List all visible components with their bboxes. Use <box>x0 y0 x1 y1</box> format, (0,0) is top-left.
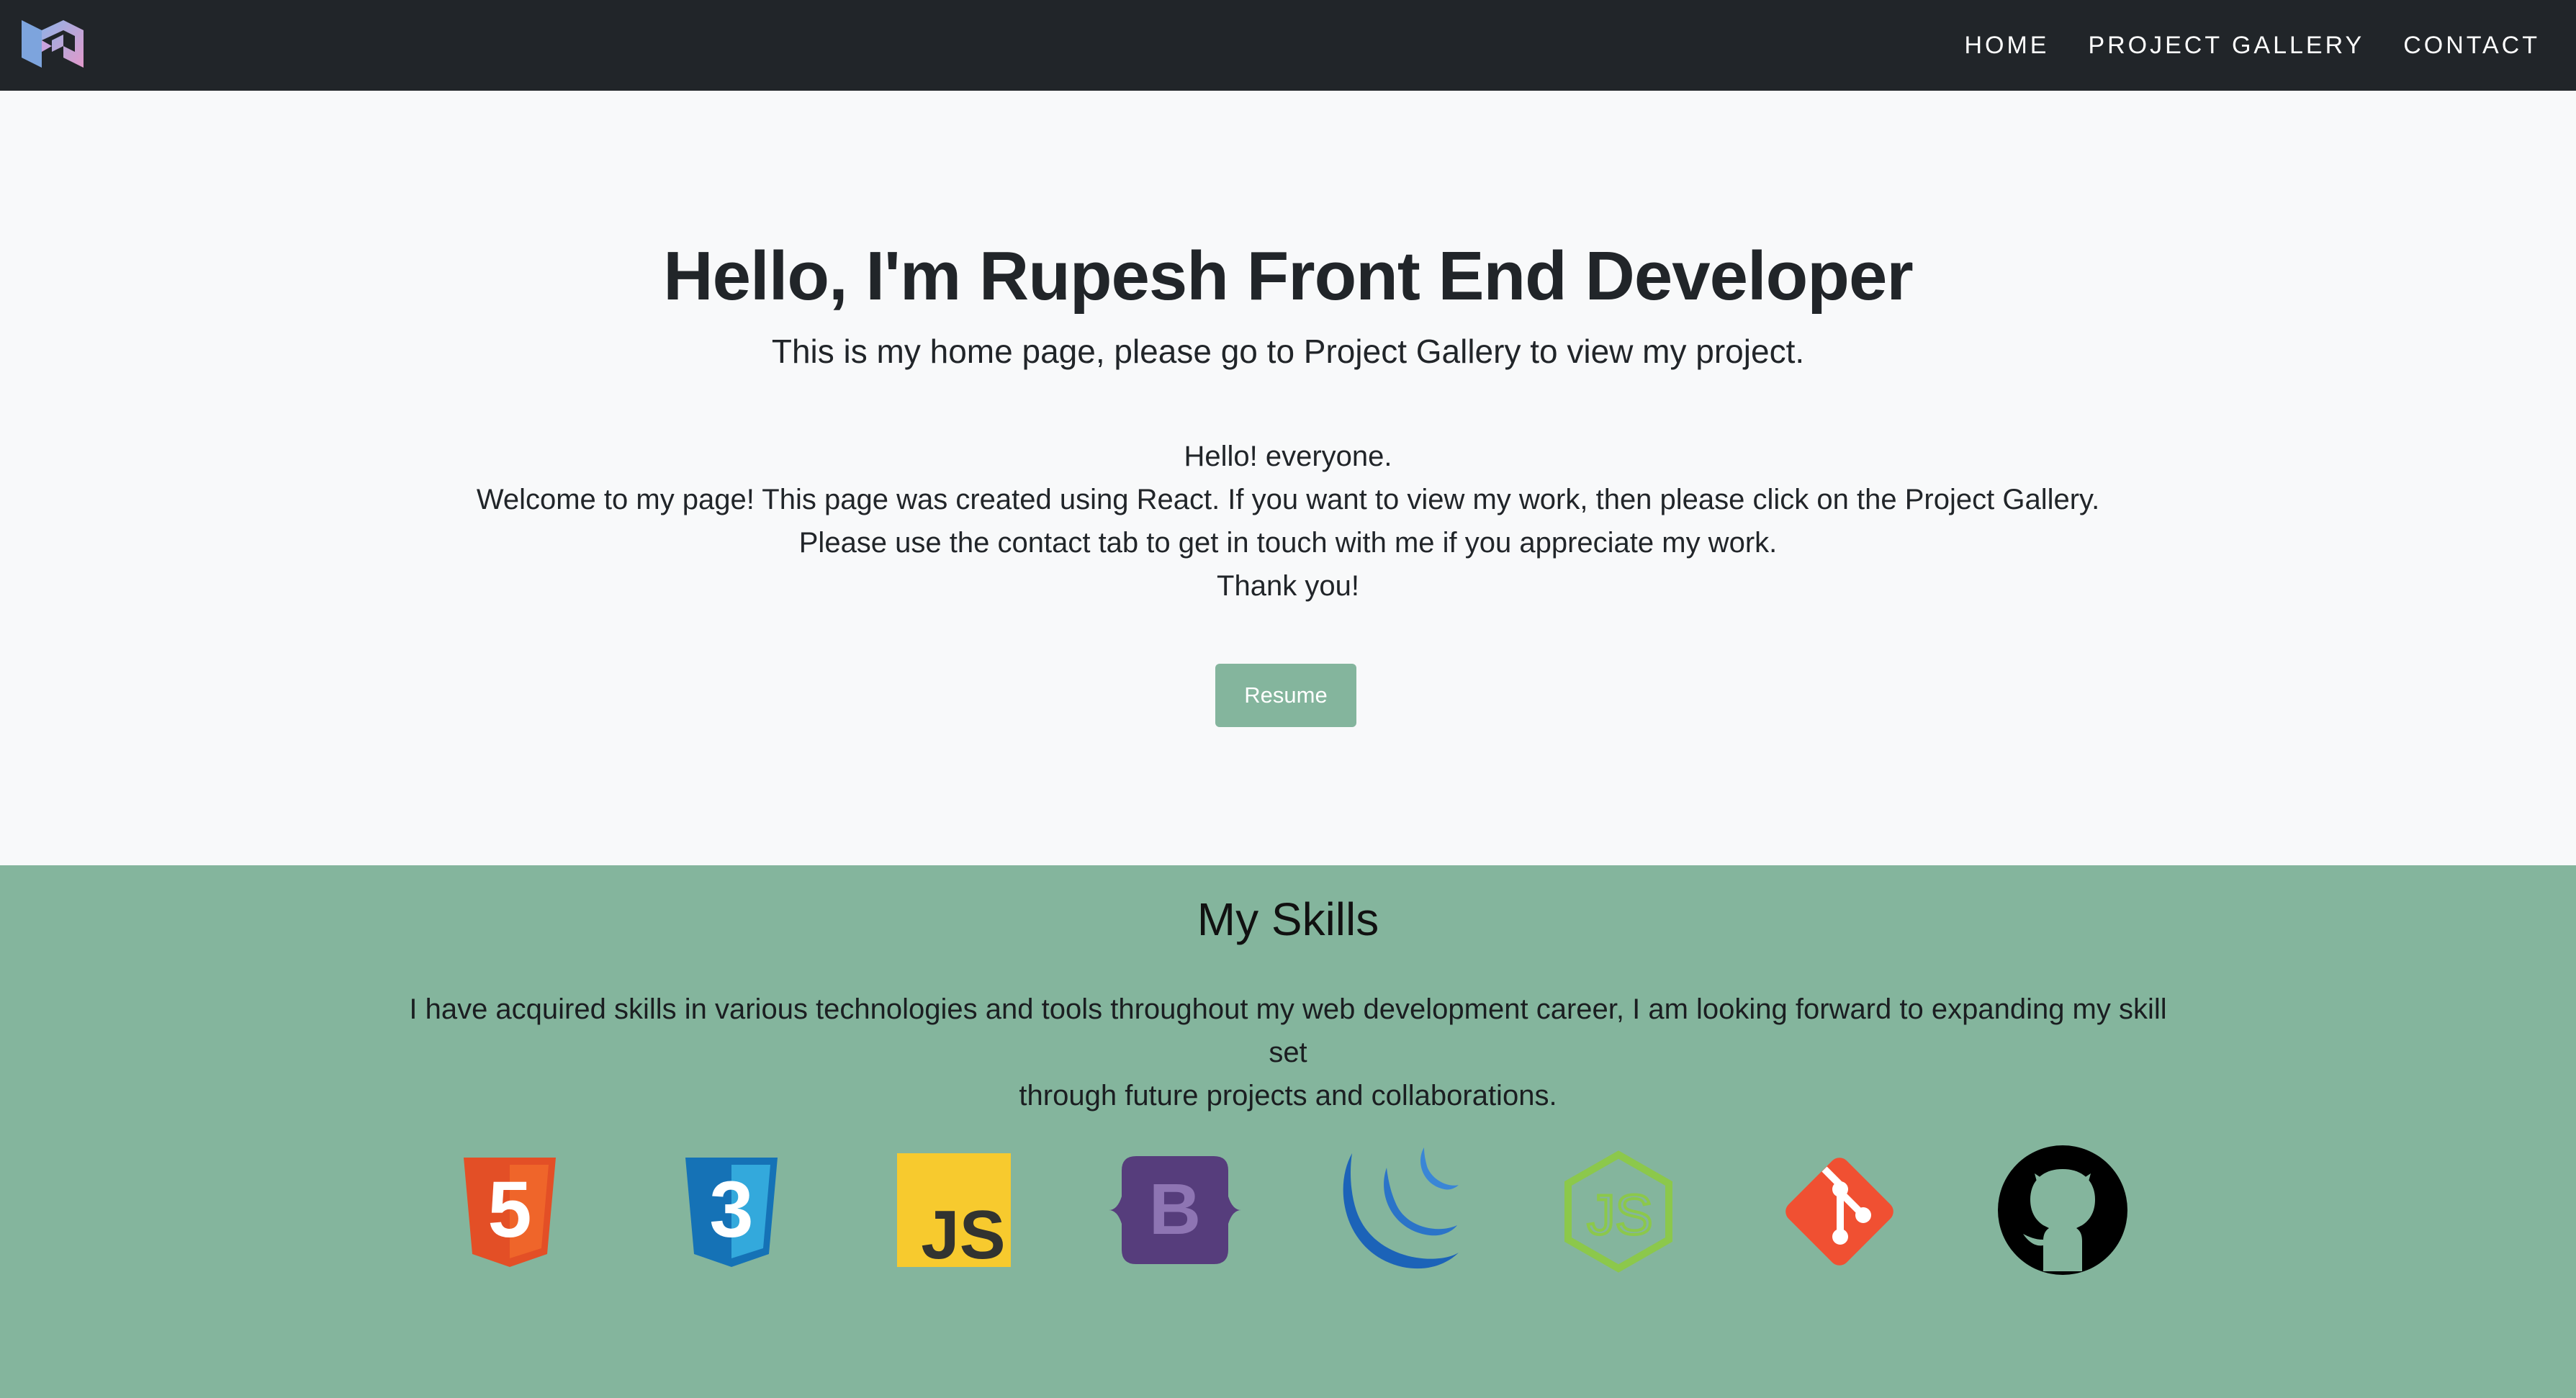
github-icon <box>1998 1145 2127 1275</box>
nav-contact[interactable]: CONTACT <box>2403 32 2540 60</box>
intro-line: Thank you! <box>1217 570 1359 602</box>
skills-description: I have acquired skills in various techno… <box>389 988 2187 1117</box>
bootstrap-icon: B <box>1109 1156 1241 1264</box>
html5-icon: 5 <box>464 1158 556 1267</box>
javascript-icon: JS <box>897 1153 1011 1267</box>
skills-description-line: I have acquired skills in various techno… <box>409 993 2167 1068</box>
nav-project-gallery[interactable]: PROJECT GALLERY <box>2088 32 2364 60</box>
bootstrap-glyph: B <box>1149 1169 1201 1250</box>
intro-line: Hello! everyone. <box>1184 441 1392 472</box>
git-icon <box>1785 1158 1893 1266</box>
hero-section: Hello, I'm Rupesh Front End Developer Th… <box>0 91 2576 865</box>
intro-line: Welcome to my page! This page was create… <box>476 484 2100 515</box>
javascript-glyph: JS <box>921 1196 1005 1267</box>
html5-glyph: 5 <box>487 1165 531 1254</box>
skills-section: My Skills I have acquired skills in vari… <box>0 865 2576 1398</box>
nodejs-glyph: JS <box>1587 1183 1652 1246</box>
jquery-icon <box>1343 1147 1459 1269</box>
skills-description-line: through future projects and collaboratio… <box>1019 1080 1557 1111</box>
hero-subtitle: This is my home page, please go to Proje… <box>771 333 1805 370</box>
intro-text: Hello! everyone. Welcome to my page! Thi… <box>0 435 2576 608</box>
logo-icon[interactable] <box>17 12 88 76</box>
hero-title: Hello, I'm Rupesh Front End Developer <box>663 238 1913 315</box>
nav-links: HOME PROJECT GALLERY CONTACT <box>1964 0 2540 91</box>
nav-home[interactable]: HOME <box>1964 32 2049 60</box>
resume-button[interactable]: Resume <box>1215 664 1356 727</box>
css3-glyph: 3 <box>709 1165 753 1254</box>
navbar: HOME PROJECT GALLERY CONTACT <box>0 0 2576 91</box>
intro-line: Please use the contact tab to get in tou… <box>798 527 1778 559</box>
skills-title: My Skills <box>1197 893 1379 945</box>
nodejs-icon: JS <box>1564 1150 1672 1273</box>
css3-icon: 3 <box>685 1158 778 1267</box>
